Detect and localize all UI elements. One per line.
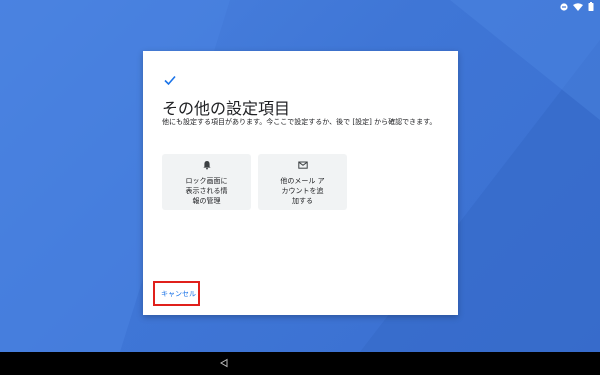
- cancel-button[interactable]: キャンセル: [161, 289, 196, 299]
- check-icon: [164, 75, 176, 86]
- back-icon[interactable]: [219, 358, 229, 368]
- battery-icon: [588, 2, 594, 11]
- navigation-bar: [0, 352, 600, 375]
- options-grid: ロック画面に 表示される情 報の管理 他のメール ア カウントを追 加する: [162, 154, 347, 210]
- dialog-title: その他の設定項目: [162, 99, 291, 118]
- option-lock-screen-label: ロック画面に 表示される情 報の管理: [185, 177, 228, 205]
- cancel-highlight: キャンセル: [153, 281, 200, 306]
- mail-icon: [297, 161, 308, 169]
- dnd-icon: [560, 2, 568, 11]
- wifi-icon: [573, 2, 583, 11]
- bell-icon: [202, 161, 211, 170]
- option-add-email-label: 他のメール ア カウントを追 加する: [280, 177, 325, 205]
- option-lock-screen[interactable]: ロック画面に 表示される情 報の管理: [162, 154, 251, 210]
- status-bar: [0, 0, 600, 14]
- setup-dialog: その他の設定項目 他にも設定する項目があります。今ここで設定するか、後で [設定…: [143, 51, 458, 315]
- dialog-description: 他にも設定する項目があります。今ここで設定するか、後で [設定] から確認できま…: [162, 118, 437, 126]
- option-add-email[interactable]: 他のメール ア カウントを追 加する: [258, 154, 347, 210]
